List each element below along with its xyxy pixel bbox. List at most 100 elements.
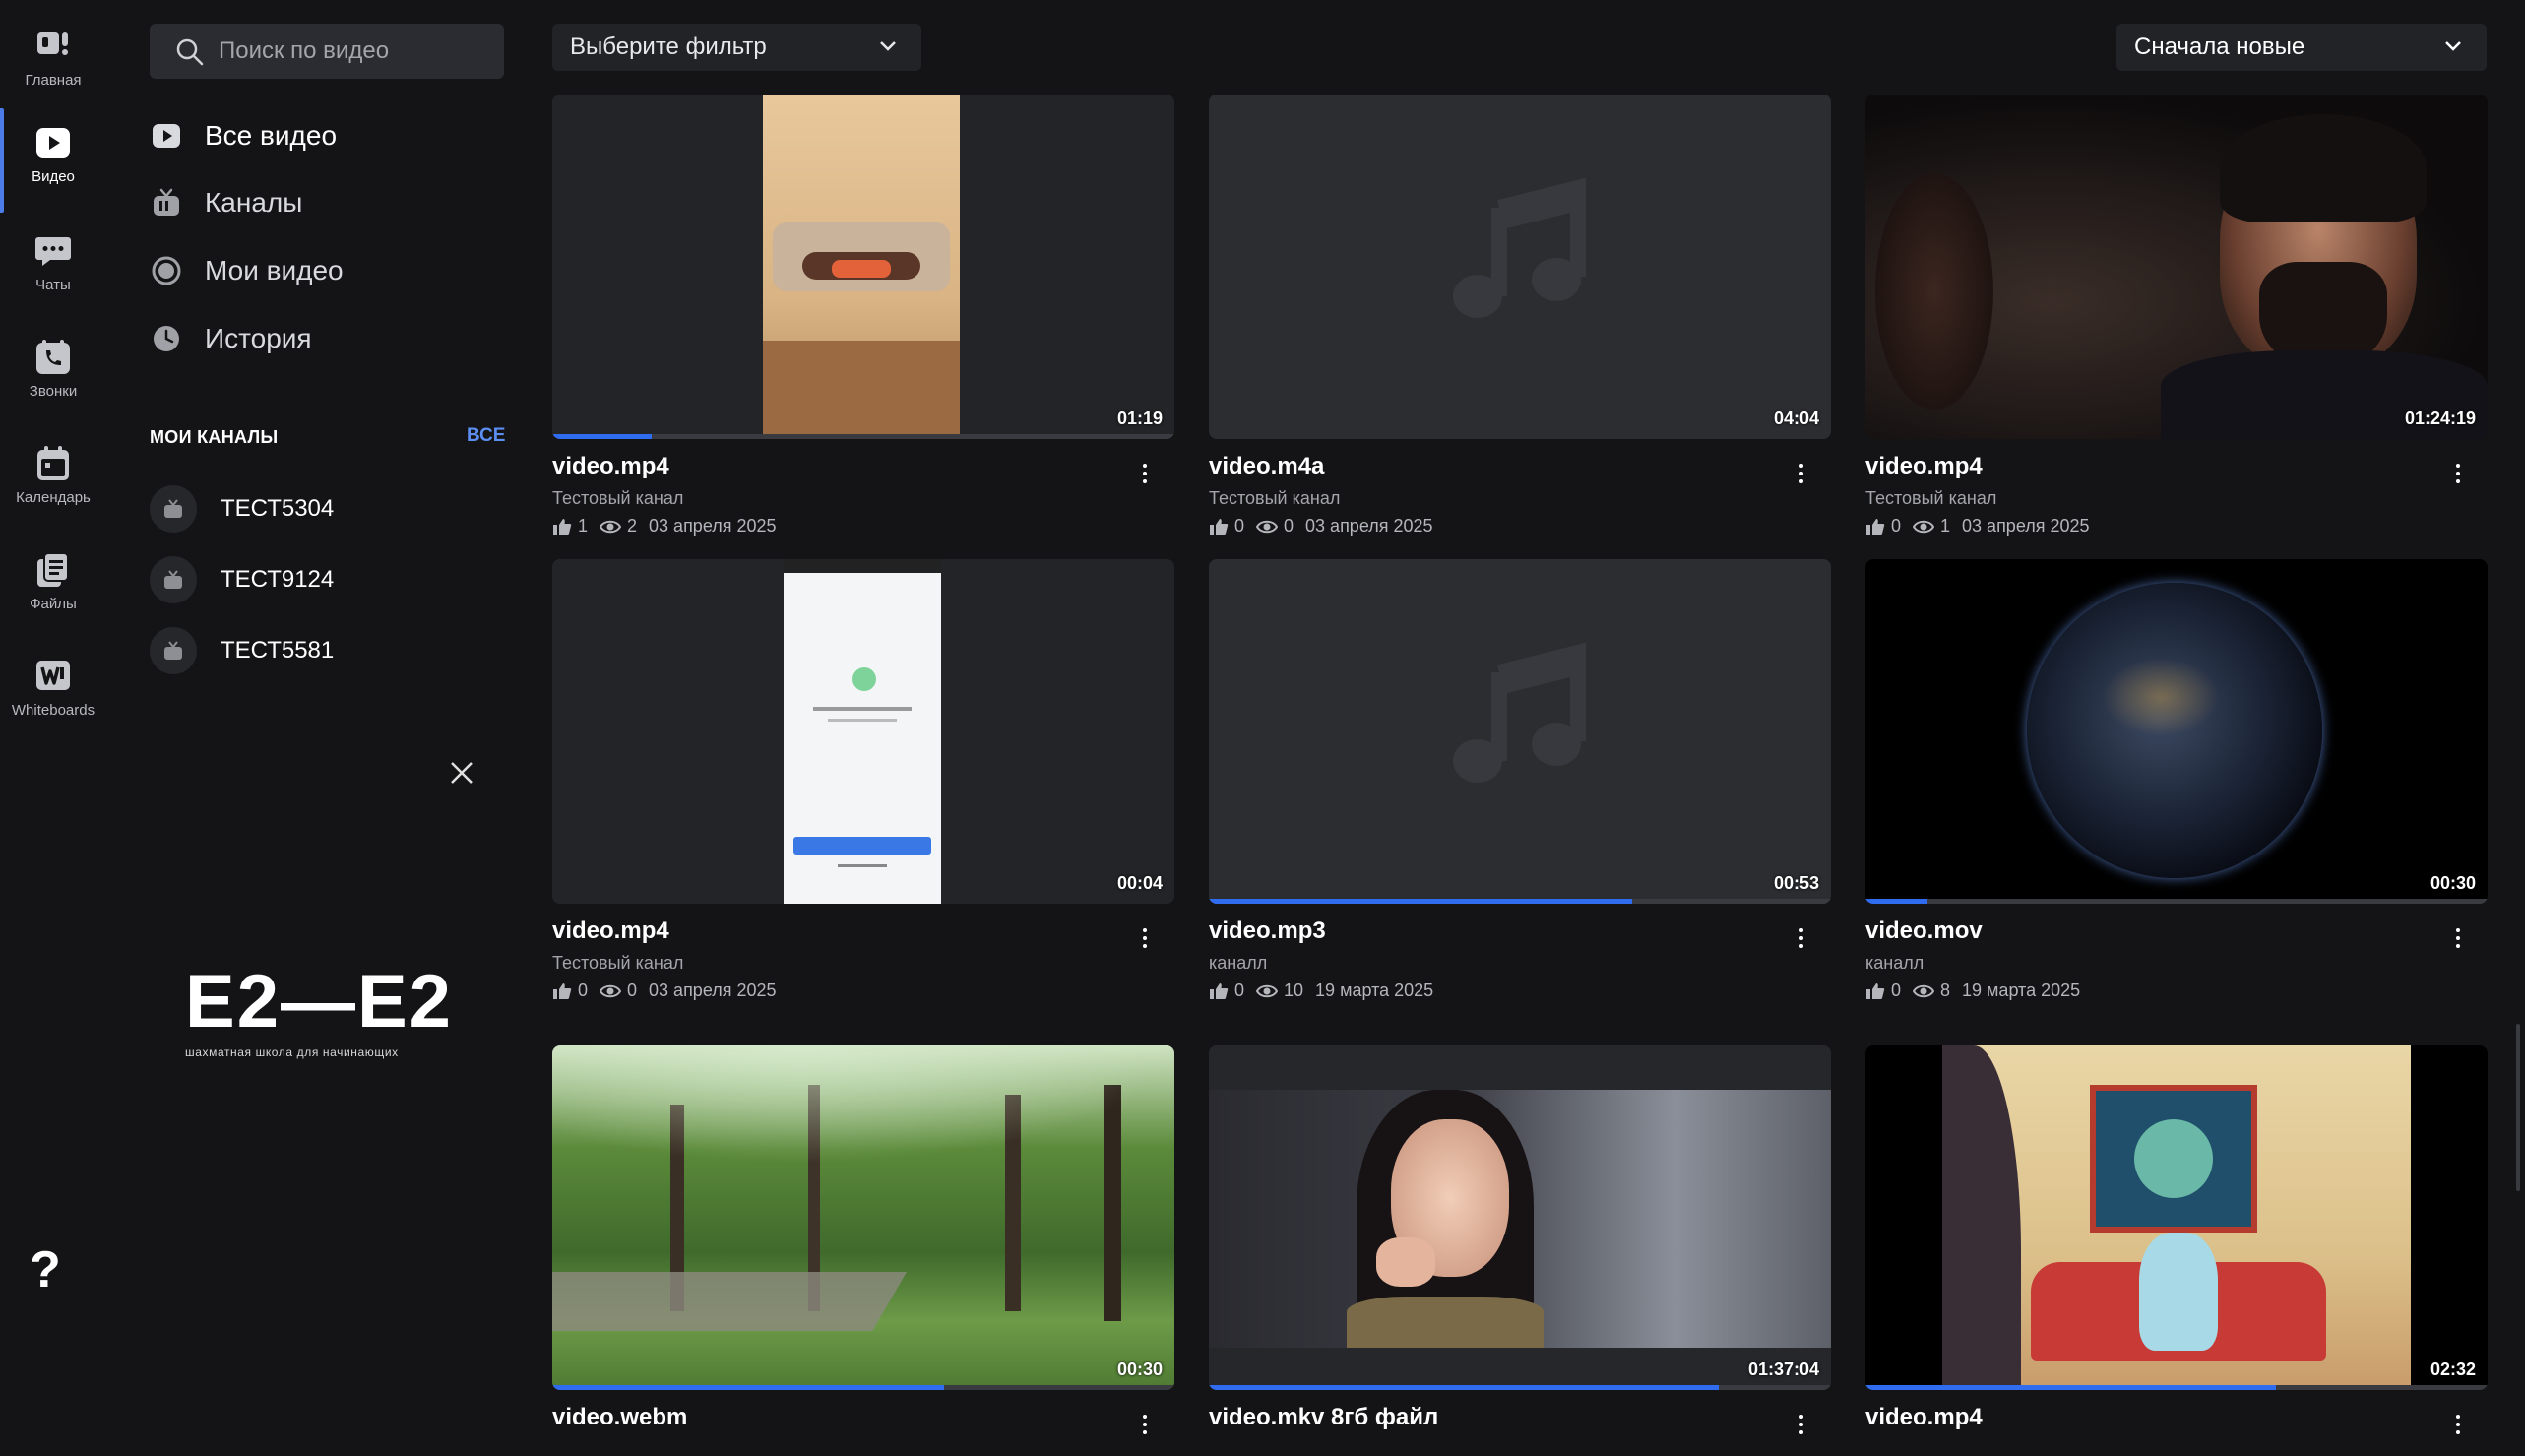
app-rail: Главная Видео Чаты Звонки Календарь Файл… xyxy=(0,0,106,1456)
video-channel[interactable]: Тестовый канал xyxy=(1209,488,1340,509)
video-thumbnail[interactable]: 01:19 xyxy=(552,95,1174,439)
more-options-button[interactable] xyxy=(2448,1410,2468,1439)
more-options-button[interactable] xyxy=(2448,459,2468,488)
video-thumbnail[interactable]: 00:53 xyxy=(1209,559,1831,904)
video-duration: 01:19 xyxy=(1116,409,1163,428)
nav-all-videos[interactable]: Все видео xyxy=(150,111,337,160)
channel-avatar xyxy=(150,485,197,533)
views-icon xyxy=(1913,984,1935,997)
whiteboard-icon xyxy=(33,657,73,696)
video-title[interactable]: video.mp4 xyxy=(552,918,669,945)
video-meta: 0 1 03 апреля 2025 xyxy=(1865,516,2102,537)
scrollbar[interactable] xyxy=(2516,1024,2520,1191)
nav-history[interactable]: История xyxy=(150,314,312,363)
more-options-button[interactable] xyxy=(1792,1410,1811,1439)
thumbnail-art xyxy=(1209,1090,1831,1348)
filter-select[interactable]: Выберите фильтр xyxy=(552,24,921,71)
video-card[interactable]: 01:24:19 video.mp4 Тестовый канал 0 1 03 апре… xyxy=(1865,95,2488,536)
video-title[interactable]: video.mov xyxy=(1865,918,1983,945)
view-count: 0 xyxy=(627,981,638,1000)
video-thumbnail[interactable]: 01:24:19 xyxy=(1865,95,2488,439)
my-video-icon xyxy=(150,254,183,287)
search-input[interactable] xyxy=(219,37,474,65)
view-count: 2 xyxy=(627,516,638,536)
close-promo-button[interactable] xyxy=(447,758,476,788)
video-title[interactable]: video.mp3 xyxy=(1209,918,1326,945)
video-channel[interactable]: Тестовый канал xyxy=(1865,488,1996,509)
video-title[interactable]: video.mp4 xyxy=(1865,1404,1983,1431)
upload-date: 03 апреля 2025 xyxy=(649,981,777,1000)
thumbnail-art xyxy=(763,95,960,439)
rail-item-files[interactable]: Файлы xyxy=(0,532,106,630)
all-channels-link[interactable]: ВСЕ xyxy=(467,425,505,447)
channel-name: ТЕСТ5304 xyxy=(221,495,335,522)
channel-item[interactable]: ТЕСТ5581 xyxy=(150,626,334,675)
sort-select[interactable]: Сначала новые xyxy=(2116,24,2487,71)
rail-label: Файлы xyxy=(30,595,77,612)
rail-item-home[interactable]: Главная xyxy=(0,8,106,106)
rail-label: Чаты xyxy=(35,276,71,293)
help-button[interactable]: ? xyxy=(30,1240,61,1299)
video-thumbnail[interactable]: 00:04 xyxy=(552,559,1174,904)
video-card[interactable]: 01:19 video.mp4 Тестовый канал 1 2 03 апреля … xyxy=(552,95,1174,536)
rail-item-video[interactable]: Видео xyxy=(0,104,106,213)
like-icon xyxy=(1210,982,1229,999)
view-count: 10 xyxy=(1284,981,1304,1000)
nav-my-videos[interactable]: Мои видео xyxy=(150,246,344,295)
rail-item-calendar[interactable]: Календарь xyxy=(0,425,106,524)
video-duration: 02:32 xyxy=(2430,1360,2476,1379)
close-icon xyxy=(451,762,473,784)
video-duration: 01:24:19 xyxy=(2404,409,2476,428)
video-thumbnail[interactable]: 00:30 xyxy=(1865,559,2488,904)
chat-icon xyxy=(33,231,73,271)
video-meta: 0 0 03 апреля 2025 xyxy=(552,981,789,1001)
rail-label: Whiteboards xyxy=(11,701,95,719)
rail-label: Видео xyxy=(32,167,75,185)
nav-label: История xyxy=(205,323,312,353)
search-box[interactable] xyxy=(150,24,504,79)
video-card[interactable]: 00:30 video.mov каналл 0 8 19 марта 2025 xyxy=(1865,559,2488,1000)
view-count: 8 xyxy=(1940,981,1951,1000)
video-channel[interactable]: каналл xyxy=(1209,953,1267,974)
video-card[interactable]: 00:53 video.mp3 каналл 0 10 19 марта 2025 xyxy=(1209,559,1831,1000)
rail-item-whiteboards[interactable]: Whiteboards xyxy=(0,638,106,736)
nav-label: Мои видео xyxy=(205,255,344,285)
video-channel[interactable]: Тестовый канал xyxy=(552,488,683,509)
video-title[interactable]: video.mp4 xyxy=(552,453,669,480)
video-thumbnail[interactable]: 01:37:04 xyxy=(1209,1045,1831,1390)
like-count: 0 xyxy=(1234,516,1245,536)
more-options-button[interactable] xyxy=(1792,923,1811,953)
video-title[interactable]: video.mkv 8гб файл xyxy=(1209,1404,1438,1431)
more-options-button[interactable] xyxy=(1135,923,1155,953)
more-options-button[interactable] xyxy=(1135,459,1155,488)
video-thumbnail[interactable]: 02:32 xyxy=(1865,1045,2488,1390)
video-card[interactable]: 04:04 video.m4a Тестовый канал 0 0 03 апреля … xyxy=(1209,95,1831,536)
like-count: 0 xyxy=(1234,981,1245,1000)
watch-progress xyxy=(1865,1385,2277,1390)
upload-date: 03 апреля 2025 xyxy=(1962,516,2090,536)
video-title[interactable]: video.webm xyxy=(552,1404,687,1431)
rail-item-chats[interactable]: Чаты xyxy=(0,213,106,311)
video-duration: 00:53 xyxy=(1773,873,1819,893)
rail-item-calls[interactable]: Звонки xyxy=(0,319,106,417)
more-options-button[interactable] xyxy=(2448,923,2468,953)
channel-item[interactable]: ТЕСТ5304 xyxy=(150,484,334,534)
more-options-button[interactable] xyxy=(1792,459,1811,488)
nav-channels[interactable]: Каналы xyxy=(150,178,302,227)
channel-item[interactable]: ТЕСТ9124 xyxy=(150,555,334,604)
more-options-button[interactable] xyxy=(1135,1410,1155,1439)
video-channel[interactable]: Тестовый канал xyxy=(552,953,683,974)
video-card[interactable]: 01:37:04 video.mkv 8гб файл xyxy=(1209,1045,1831,1434)
video-card[interactable]: 02:32 video.mp4 xyxy=(1865,1045,2488,1434)
video-card[interactable]: 00:04 video.mp4 Тестовый канал 0 0 03 апреля … xyxy=(552,559,1174,1000)
video-channel[interactable]: каналл xyxy=(1865,953,1924,974)
video-title[interactable]: video.mp4 xyxy=(1865,453,1983,480)
video-card[interactable]: 00:30 video.webm xyxy=(552,1045,1174,1434)
video-title[interactable]: video.m4a xyxy=(1209,453,1324,480)
like-icon xyxy=(1210,518,1229,535)
channel-avatar xyxy=(150,556,197,603)
video-thumbnail[interactable]: 00:30 xyxy=(552,1045,1174,1390)
views-icon xyxy=(1256,984,1279,997)
video-thumbnail[interactable]: 04:04 xyxy=(1209,95,1831,439)
search-icon xyxy=(176,38,204,66)
